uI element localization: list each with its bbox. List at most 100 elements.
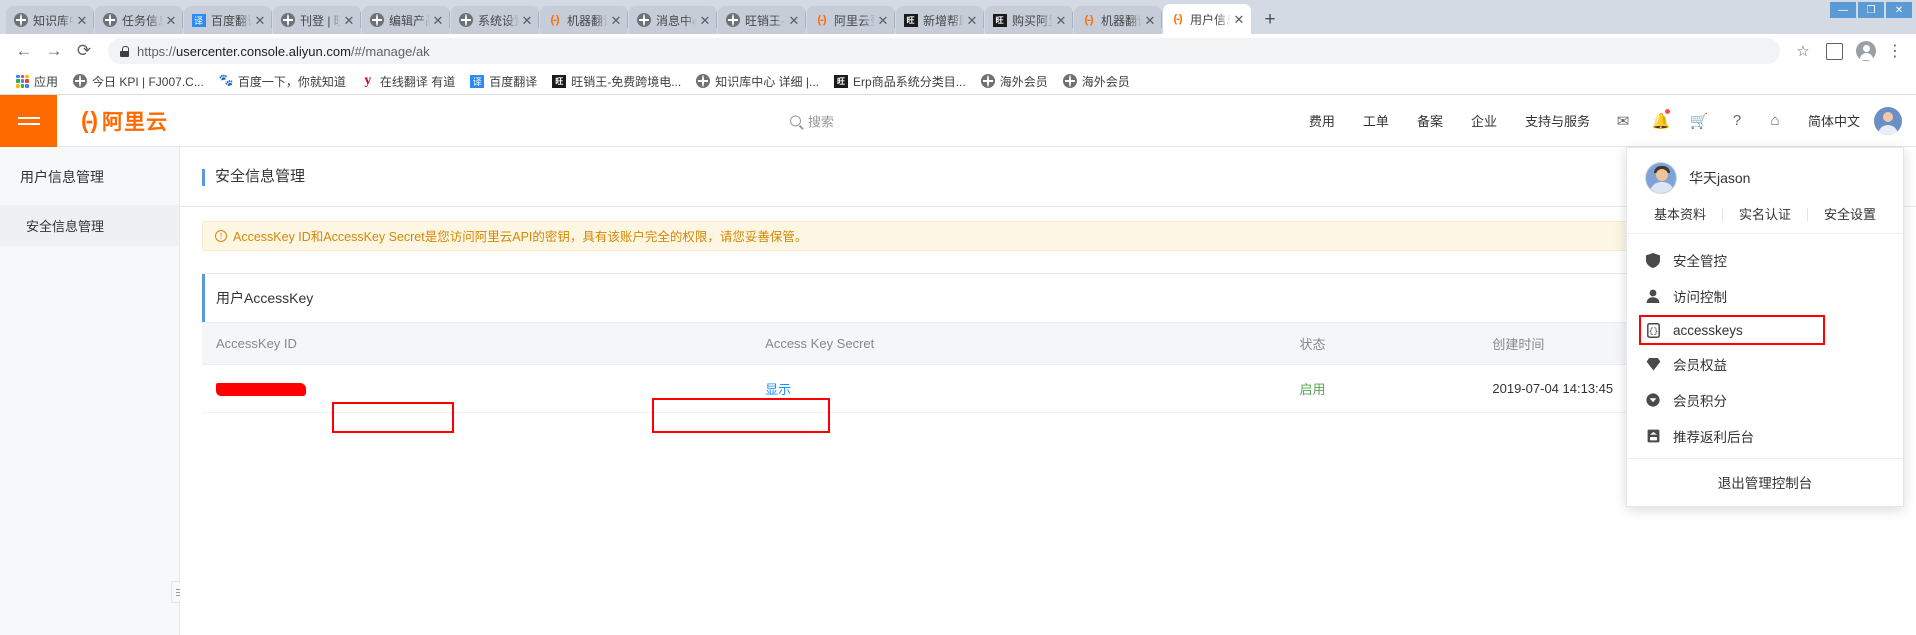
bookmark-item[interactable]: 海外会员 [1057, 70, 1136, 93]
browser-tab[interactable]: 知识库中心 ✕ [6, 6, 94, 34]
browser-menu-icon[interactable]: ⋮ [1884, 41, 1906, 61]
browser-tab[interactable]: 刊登 | 旺销 ✕ [273, 6, 361, 34]
tab-close-icon[interactable]: ✕ [252, 14, 268, 27]
tab-close-icon[interactable]: ✕ [1142, 14, 1158, 27]
browser-tab[interactable]: 译 百度翻译 ✕ [184, 6, 272, 34]
browser-tab[interactable]: (-) 机器翻译 ✕ [540, 6, 628, 34]
browser-tab[interactable]: 旺销王-免费 ✕ [718, 6, 806, 34]
tab-close-icon[interactable]: ✕ [786, 14, 802, 27]
dropdown-item-rebate-backend[interactable]: 推荐返利后台 [1627, 418, 1903, 454]
tab-close-icon[interactable]: ✕ [341, 14, 357, 27]
bookmark-item[interactable]: 🐾 百度一下，你就知道 [213, 70, 352, 93]
dropdown-quick-links: 基本资料 实名认证 安全设置 [1627, 204, 1903, 234]
sidebar-item-security-info[interactable]: 安全信息管理 [0, 205, 179, 246]
bookmark-label: Erp商品系统分类目... [853, 74, 966, 89]
new-tab-button[interactable]: + [1256, 6, 1284, 34]
rebate-icon [1645, 428, 1661, 444]
tab-close-icon[interactable]: ✕ [964, 14, 980, 27]
hamburger-icon[interactable] [0, 94, 57, 147]
url-scheme: https:// [137, 43, 177, 59]
browser-tab-active[interactable]: (-) 用户信息管 ✕ [1163, 4, 1251, 34]
globe-icon [73, 74, 88, 88]
globe-icon [280, 13, 295, 28]
tab-close-icon[interactable]: ✕ [163, 14, 179, 27]
tab-close-icon[interactable]: ✕ [608, 14, 624, 27]
browser-tab[interactable]: 编辑产品 ✕ [362, 6, 450, 34]
tab-title: 机器翻译 [1101, 13, 1142, 28]
dropdown-item-member-points[interactable]: 会员积分 [1627, 382, 1903, 418]
dropdown-item-security-control[interactable]: 安全管控 [1627, 242, 1903, 278]
header-link-support[interactable]: 支持与服务 [1511, 111, 1604, 130]
avatar[interactable] [1874, 106, 1902, 135]
cell-secret: 显示 [751, 364, 1286, 413]
dropdown-item-label: 推荐返利后台 [1673, 430, 1754, 445]
logout-button[interactable]: 退出管理控制台 [1627, 458, 1903, 506]
browser-tab[interactable]: (-) 机器翻译 ✕ [1074, 6, 1162, 34]
coin-icon [1645, 392, 1661, 408]
tab-title: 旺销王-免费 [745, 13, 786, 28]
dropdown-item-member-benefits[interactable]: 会员权益 [1627, 346, 1903, 382]
browser-tab[interactable]: 旺 购买阿里云 ✕ [985, 6, 1073, 34]
profile-avatar-icon[interactable] [1852, 37, 1880, 65]
wangxiao-icon: 旺 [992, 13, 1007, 28]
browser-tab[interactable]: 任务信息列 ✕ [95, 6, 183, 34]
bookmark-item[interactable]: 海外会员 [975, 70, 1054, 93]
tab-title: 编辑产品 [389, 13, 430, 28]
dropdown-item-accesskeys[interactable]: {} accesskeys [1627, 314, 1903, 346]
status-badge: 启用 [1299, 381, 1326, 397]
bookmark-item[interactable]: 知识库中心 详细 |... [690, 70, 825, 93]
maximize-button[interactable]: ❐ [1858, 2, 1884, 18]
aliyun-logo[interactable]: (-) 阿里云 [81, 106, 168, 136]
bookmark-label: 海外会员 [1081, 74, 1130, 89]
bookmark-item[interactable]: 译 百度翻译 [464, 70, 543, 93]
bookmark-apps[interactable]: 应用 [10, 70, 64, 93]
toolbar-right: ☆ ⋮ [1790, 37, 1906, 65]
aliyun-icon: (-) [817, 14, 827, 26]
bookmark-star-icon[interactable]: ☆ [1790, 42, 1816, 60]
browser-tab[interactable]: (-) 阿里云登录 ✕ [807, 6, 895, 34]
tab-close-icon[interactable]: ✕ [1231, 13, 1247, 26]
dropdown-item-access-control[interactable]: 访问控制 [1627, 278, 1903, 314]
bookmark-item[interactable]: y 在线翻译 有道 [355, 70, 461, 93]
bookmark-item[interactable]: 旺 旺销王-免费跨境电... [546, 70, 687, 93]
tab-close-icon[interactable]: ✕ [1053, 14, 1069, 27]
browser-window: 知识库中心 ✕ 任务信息列 ✕ 译 百度翻译 ✕ 刊登 | 旺销 ✕ 编辑产品 … [0, 0, 1916, 635]
language-selector[interactable]: 简体中文 [1794, 111, 1870, 130]
column-header-accesskey-id: AccessKey ID [202, 321, 752, 365]
help-icon[interactable]: ? [1718, 95, 1756, 147]
bell-icon[interactable]: 🔔 [1642, 95, 1680, 147]
tab-close-icon[interactable]: ✕ [430, 14, 446, 27]
bookmark-item[interactable]: 今日 KPI | FJ007.C... [67, 70, 210, 93]
header-link-icp[interactable]: 备案 [1403, 111, 1457, 130]
header-link-ticket[interactable]: 工单 [1349, 111, 1403, 130]
link-basic-info[interactable]: 基本资料 [1638, 208, 1723, 221]
home-icon[interactable]: ⌂ [1756, 95, 1794, 147]
tab-close-icon[interactable]: ✕ [697, 14, 713, 27]
browser-tab[interactable]: 系统设置 ✕ [451, 6, 539, 34]
browser-tab[interactable]: 旺 新增帮助 ✕ [896, 6, 984, 34]
svg-text:{}: {} [1648, 327, 1658, 336]
reload-icon[interactable]: ⟳ [70, 37, 98, 65]
mail-icon[interactable]: ✉ [1604, 95, 1642, 147]
column-header-status: 状态 [1285, 321, 1479, 365]
address-bar[interactable]: https://usercenter.console.aliyun.com/#/… [108, 38, 1780, 64]
show-secret-link[interactable]: 显示 [765, 382, 791, 397]
header-link-fee[interactable]: 费用 [1295, 111, 1349, 130]
globe-icon [458, 13, 473, 28]
header-search[interactable]: 搜索 [790, 111, 834, 130]
forward-icon[interactable]: → [40, 37, 68, 65]
extension-icon[interactable] [1820, 37, 1848, 65]
minimize-button[interactable]: — [1830, 2, 1856, 18]
link-security-settings[interactable]: 安全设置 [1808, 208, 1892, 221]
header-link-enterprise[interactable]: 企业 [1457, 111, 1511, 130]
browser-tab[interactable]: 消息中心 ✕ [629, 6, 717, 34]
tab-close-icon[interactable]: ✕ [74, 14, 90, 27]
cart-icon[interactable]: 🛒 [1680, 95, 1718, 147]
back-icon[interactable]: ← [10, 37, 38, 65]
bookmark-item[interactable]: 旺 Erp商品系统分类目... [828, 70, 972, 93]
tab-title: 知识库中心 [33, 13, 74, 28]
tab-close-icon[interactable]: ✕ [519, 14, 535, 27]
tab-close-icon[interactable]: ✕ [875, 14, 891, 27]
link-real-name-auth[interactable]: 实名认证 [1723, 208, 1808, 221]
close-window-button[interactable]: ✕ [1886, 2, 1912, 18]
